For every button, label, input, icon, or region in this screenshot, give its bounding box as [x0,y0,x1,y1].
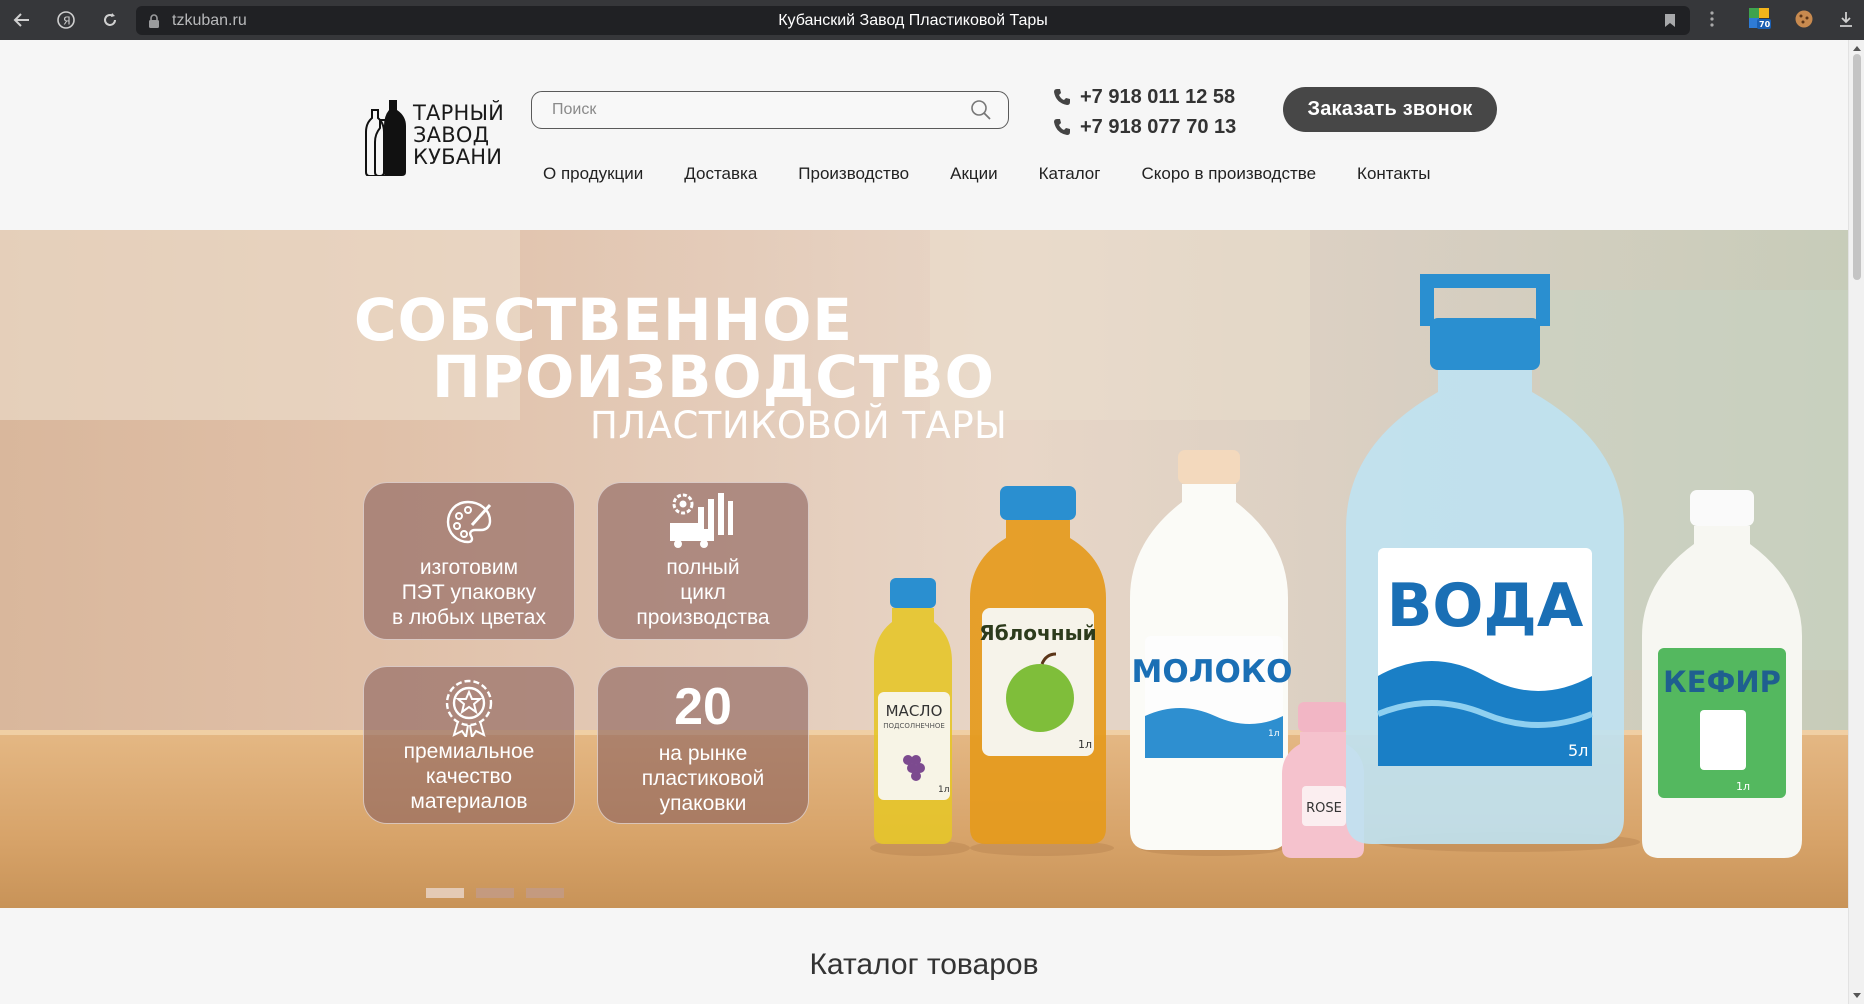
browser-toolbar: Я tzkuban.ru Кубанский Завод Пластиковой… [0,0,1864,40]
bottles-illustration: МАСЛО ПОДСОЛНЕЧНОЕ 1л Яблочный 1л МОЛОКО… [870,274,1802,858]
hero-slider[interactable]: СОБСТВЕННОЕ ПРОИЗВОДСТВО ПЛАСТИКОВОЙ ТАР… [0,230,1848,908]
logo-line: ТАРНЫЙ [413,101,505,125]
phone-link[interactable]: +7 918 011 12 58 [1053,82,1236,112]
slider-dot[interactable] [426,888,464,898]
svg-text:1л: 1л [1736,780,1750,793]
feature-line: изготовим [419,556,519,579]
svg-text:70: 70 [1759,20,1771,29]
phone-link[interactable]: +7 918 077 70 13 [1053,112,1236,142]
phone-number[interactable]: +7 918 011 12 58 [1080,86,1235,109]
feature-card: 20 на рынке пластиковой упаковки [597,666,809,824]
yandex-icon[interactable]: Я [52,6,80,34]
catalog-heading: Каталог товаров [809,948,1039,981]
menu-item-about[interactable]: О продукции [543,164,643,184]
menu-item-contacts[interactable]: Контакты [1357,164,1430,184]
svg-text:1л: 1л [1268,729,1279,739]
palette-icon [446,500,492,544]
svg-text:Яблочный: Яблочный [979,621,1096,645]
back-arrow-icon[interactable] [8,6,36,34]
menu-item-production[interactable]: Производство [798,164,909,184]
feature-line: упаковки [659,792,747,815]
oil-bottle: МАСЛО ПОДСОЛНЕЧНОЕ 1л [874,578,952,844]
juice-bottle: Яблочный 1л [970,486,1106,844]
reload-icon[interactable] [96,6,124,34]
scroll-down-icon[interactable] [1852,992,1862,1000]
page-title: Кубанский Завод Пластиковой Тары [778,12,1048,29]
feature-line: цикл [680,581,726,604]
page-scrollbar[interactable] [1848,40,1864,1004]
svg-text:МОЛОКО: МОЛОКО [1132,654,1293,690]
address-bar[interactable]: tzkuban.ru Кубанский Завод Пластиковой Т… [136,6,1690,35]
svg-text:ПОДСОЛНЕЧНОЕ: ПОДСОЛНЕЧНОЕ [883,722,945,730]
menu-item-promotions[interactable]: Акции [950,164,998,184]
phone-number[interactable]: +7 918 077 70 13 [1080,116,1236,139]
slider-pagination [426,888,564,898]
svg-text:Я: Я [63,15,71,28]
svg-text:1л: 1л [1078,738,1092,751]
milk-bottle: МОЛОКО 1л [1130,450,1293,850]
feature-line: на рынке [658,742,748,765]
svg-text:МАСЛО: МАСЛО [886,702,943,720]
feature-card: полный цикл производства [597,482,809,640]
phone-icon [1054,89,1070,105]
page-viewport: ТАРНЫЙ ЗАВОД КУБАНИ +7 918 011 12 58 +7 … [0,40,1848,1004]
bookmark-icon[interactable] [1664,13,1676,33]
feature-line: материалов [410,790,528,813]
phone-list: +7 918 011 12 58 +7 918 077 70 13 [1053,82,1236,142]
search-box [531,91,1009,129]
svg-text:5л: 5л [1568,741,1588,760]
order-call-button[interactable]: Заказать звонок [1283,87,1497,132]
extension-cookie-icon[interactable] [1792,7,1816,31]
svg-text:ВОДА: ВОДА [1387,571,1584,641]
site-logo[interactable]: ТАРНЫЙ ЗАВОД КУБАНИ [356,98,504,178]
more-menu-icon[interactable] [1700,7,1724,31]
svg-text:КЕФИР: КЕФИР [1663,665,1781,699]
logo-line: ЗАВОД [413,123,490,147]
years-number: 20 [674,678,732,736]
feature-line: премиальное [403,740,535,763]
svg-text:ROSE: ROSE [1306,801,1342,816]
main-menu: О продукции Доставка Производство Акции … [543,164,1430,184]
extension-weather-icon[interactable]: 70 [1748,7,1772,31]
feature-line: полный [666,556,740,579]
scroll-up-icon[interactable] [1852,44,1862,52]
feature-card: премиальное качество материалов [363,666,575,824]
feature-line: производства [636,606,770,629]
award-icon [445,679,493,737]
feature-card: изготовим ПЭТ упаковку в любых цветах [363,482,575,640]
feature-line: качество [425,765,513,788]
slider-dot[interactable] [526,888,564,898]
bottles-logo-icon [365,100,406,176]
menu-item-catalog[interactable]: Каталог [1039,164,1101,184]
scroll-thumb[interactable] [1853,54,1861,280]
water-bottle: ВОДА 5л [1346,274,1624,844]
factory-icon [670,493,733,548]
menu-item-delivery[interactable]: Доставка [684,164,757,184]
feature-line: пластиковой [641,767,765,790]
logo-text: ТАРНЫЙ ЗАВОД КУБАНИ [413,102,504,168]
logo-line: КУБАНИ [413,145,503,169]
slider-dot[interactable] [476,888,514,898]
download-icon[interactable] [1834,7,1858,31]
menu-item-coming-soon[interactable]: Скоро в производстве [1141,164,1316,184]
search-input[interactable] [552,100,942,120]
kefir-bottle: КЕФИР 1л [1642,490,1802,858]
phone-icon [1054,119,1070,135]
feature-line: в любых цветах [392,606,546,629]
feature-line: ПЭТ упаковку [401,581,537,604]
search-icon[interactable] [970,99,992,126]
svg-text:1л: 1л [938,785,949,795]
